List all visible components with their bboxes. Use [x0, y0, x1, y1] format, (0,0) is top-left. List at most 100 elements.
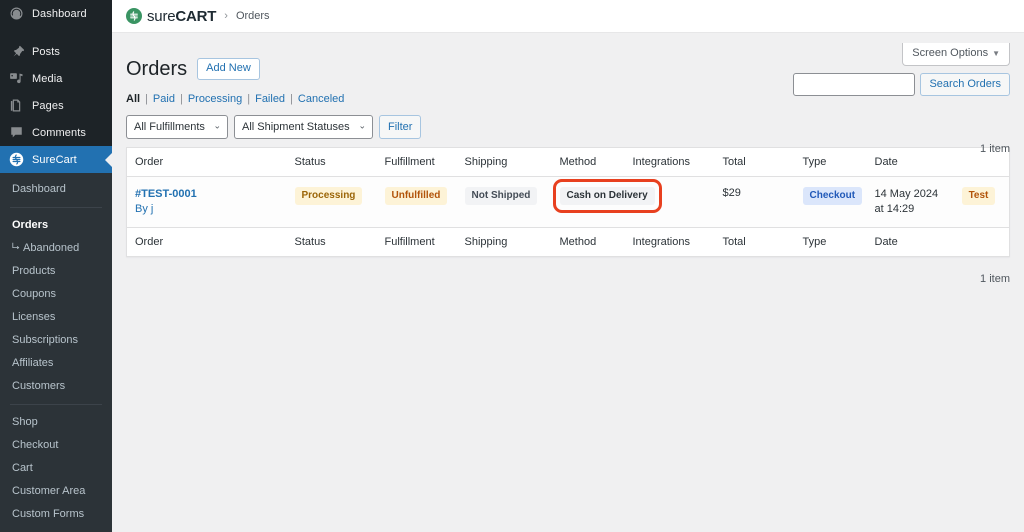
- sidebar-subitem-abandoned[interactable]: Abandoned: [0, 237, 112, 260]
- pages-icon: [8, 97, 25, 114]
- sidebar-item-surecart[interactable]: SureCart: [0, 146, 112, 173]
- item-count-top: 1 item: [980, 143, 1010, 155]
- order-customer-link[interactable]: By j: [135, 202, 279, 216]
- footer-header-fulfillment[interactable]: Fulfillment: [377, 228, 457, 257]
- fulfillment-badge: Unfulfilled: [385, 187, 448, 205]
- sidebar-subitem-checkout[interactable]: Checkout: [0, 434, 112, 457]
- surecart-logo[interactable]: sureCART: [126, 8, 216, 25]
- search-orders-button[interactable]: Search Orders: [920, 73, 1010, 96]
- footer-header-shipping[interactable]: Shipping: [457, 228, 552, 257]
- sidebar-subitem-customer-area[interactable]: Customer Area: [0, 480, 112, 503]
- orders-page: Screen Options▼ Orders Add New All | Pai…: [112, 33, 1024, 287]
- sidebar-item-label: Pages: [32, 100, 64, 112]
- sidebar-item-posts[interactable]: Posts: [0, 38, 112, 65]
- footer-header-total[interactable]: Total: [715, 228, 795, 257]
- footer-header-type[interactable]: Type: [795, 228, 867, 257]
- sidebar-subitem-cart[interactable]: Cart: [0, 457, 112, 480]
- method-badge: Cash on Delivery: [560, 187, 655, 205]
- orders-table-foot: Order Status Fulfillment Shipping Method…: [127, 228, 1010, 257]
- media-icon: [8, 70, 25, 87]
- sidebar-item-dashboard[interactable]: Dashboard: [0, 0, 112, 27]
- admin-screen: Dashboard Posts Media: [0, 0, 1024, 532]
- sidebar-subitem-subscriptions[interactable]: Subscriptions: [0, 329, 112, 352]
- shipment-status-filter[interactable]: All Shipment Statuses ⌄: [234, 115, 373, 139]
- column-header-method[interactable]: Method: [552, 148, 625, 177]
- footer-header-status[interactable]: Status: [287, 228, 377, 257]
- status-link-paid[interactable]: Paid: [153, 93, 175, 105]
- surecart-icon: [8, 151, 25, 168]
- sidebar-item-comments[interactable]: Comments: [0, 119, 112, 146]
- submenu-divider: [10, 207, 102, 208]
- surecart-topbar: sureCART › Orders: [112, 0, 1024, 33]
- screen-options-toggle[interactable]: Screen Options▼: [902, 43, 1010, 66]
- cell-order: #TEST-0001 By j: [127, 177, 287, 228]
- footer-header-order[interactable]: Order: [127, 228, 287, 257]
- cell-total: $29: [715, 177, 795, 228]
- status-link-canceled[interactable]: Canceled: [298, 93, 344, 105]
- status-link-failed[interactable]: Failed: [255, 93, 285, 105]
- filter-button[interactable]: Filter: [379, 115, 421, 139]
- method-badge-wrapper: Cash on Delivery: [560, 187, 655, 205]
- sidebar-subitem-shop[interactable]: Shop: [0, 411, 112, 434]
- separator: |: [180, 93, 183, 105]
- status-link-processing[interactable]: Processing: [188, 93, 242, 105]
- column-header-status[interactable]: Status: [287, 148, 377, 177]
- type-badge: Checkout: [803, 187, 863, 205]
- table-nav-bottom: 1 item: [126, 269, 1010, 287]
- order-number-link[interactable]: #TEST-0001: [135, 187, 279, 201]
- column-header-integrations[interactable]: Integrations: [625, 148, 715, 177]
- surecart-wordmark: sureCART: [147, 8, 216, 25]
- footer-header-method[interactable]: Method: [552, 228, 625, 257]
- orders-table-body: #TEST-0001 By j Processing Unfulfilled N…: [127, 177, 1010, 228]
- cell-shipping: Not Shipped: [457, 177, 552, 228]
- breadcrumb-separator: ›: [224, 10, 228, 22]
- sidebar-subitem-affiliates[interactable]: Affiliates: [0, 352, 112, 375]
- sidebar-item-media[interactable]: Media: [0, 65, 112, 92]
- sidebar-subitem-label: Abandoned: [23, 242, 79, 254]
- surecart-logo-mark-icon: [126, 8, 142, 24]
- sidebar-item-pages[interactable]: Pages: [0, 92, 112, 119]
- fulfillment-select[interactable]: All Fulfillments: [126, 115, 228, 139]
- status-link-all[interactable]: All: [126, 93, 140, 105]
- sidebar-subitem-coupons[interactable]: Coupons: [0, 283, 112, 306]
- shipment-status-select[interactable]: All Shipment Statuses: [234, 115, 373, 139]
- item-count-bottom: 1 item: [980, 273, 1010, 285]
- sidebar-item-label: SureCart: [32, 154, 77, 166]
- breadcrumb-current: Orders: [236, 10, 270, 22]
- column-header-fulfillment[interactable]: Fulfillment: [377, 148, 457, 177]
- page-title: Orders: [126, 57, 187, 81]
- footer-header-date[interactable]: Date: [867, 228, 1010, 257]
- corner-arrow-icon: [12, 242, 20, 250]
- separator: |: [290, 93, 293, 105]
- sidebar-subitem-customers[interactable]: Customers: [0, 375, 112, 398]
- column-header-order[interactable]: Order: [127, 148, 287, 177]
- footer-header-integrations[interactable]: Integrations: [625, 228, 715, 257]
- sidebar-subitem-licenses[interactable]: Licenses: [0, 306, 112, 329]
- column-header-type[interactable]: Type: [795, 148, 867, 177]
- logo-text-bold: CART: [175, 8, 216, 25]
- status-badge: Processing: [295, 187, 363, 205]
- column-header-total[interactable]: Total: [715, 148, 795, 177]
- separator: |: [145, 93, 148, 105]
- table-footer-row: Order Status Fulfillment Shipping Method…: [127, 228, 1010, 257]
- sidebar-subitem-products[interactable]: Products: [0, 260, 112, 283]
- sidebar-item-label: Posts: [32, 46, 60, 58]
- column-header-shipping[interactable]: Shipping: [457, 148, 552, 177]
- logo-text-light: sure: [147, 8, 175, 25]
- submenu-divider: [10, 404, 102, 405]
- table-row[interactable]: #TEST-0001 By j Processing Unfulfilled N…: [127, 177, 1010, 228]
- fulfillment-filter[interactable]: All Fulfillments ⌄: [126, 115, 228, 139]
- chevron-down-icon: ▼: [992, 49, 1000, 58]
- orders-table-head: Order Status Fulfillment Shipping Method…: [127, 148, 1010, 177]
- sidebar-item-label: Dashboard: [32, 8, 87, 20]
- comments-icon: [8, 124, 25, 141]
- sidebar-subitem-custom-forms[interactable]: Custom Forms: [0, 503, 112, 526]
- search-input[interactable]: [793, 73, 915, 96]
- cell-fulfillment: Unfulfilled: [377, 177, 457, 228]
- add-new-button[interactable]: Add New: [197, 58, 260, 80]
- shipping-badge: Not Shipped: [465, 187, 538, 205]
- orders-table: Order Status Fulfillment Shipping Method…: [126, 147, 1010, 257]
- sidebar-subitem-dashboard[interactable]: Dashboard: [0, 178, 112, 201]
- sidebar-subitem-orders[interactable]: Orders: [0, 214, 112, 237]
- cell-method: Cash on Delivery: [552, 177, 625, 228]
